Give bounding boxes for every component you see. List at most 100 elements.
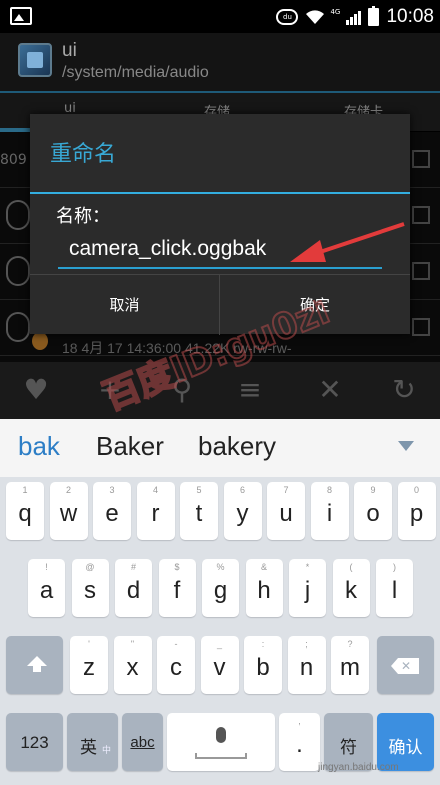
key-n[interactable]: ; n (287, 636, 326, 694)
key-label: s (84, 577, 96, 604)
backspace-icon (391, 658, 419, 674)
numbers-key[interactable]: 123 (6, 713, 63, 771)
plus-icon[interactable]: + (94, 374, 126, 406)
key-hint: & (260, 562, 267, 572)
suggestion-1[interactable]: bak (18, 431, 60, 462)
key-l[interactable]: ) l (376, 559, 413, 617)
shift-key[interactable] (6, 636, 63, 694)
abc-key-label: abc (130, 734, 155, 751)
key-hint: $ (174, 562, 180, 572)
suggestion-2[interactable]: Baker (96, 431, 164, 462)
key-label: h (257, 577, 271, 604)
key-c[interactable]: -c (157, 636, 195, 694)
dialog-title-divider (30, 192, 410, 194)
key-hint: @ (85, 562, 95, 572)
app-header: ui /system/media/audio (0, 33, 440, 91)
key-label: p (409, 500, 424, 527)
key-q[interactable]: 1q (6, 482, 44, 540)
network-type-label: 4G (330, 7, 341, 16)
confirm-button[interactable]: 确定 (220, 275, 410, 335)
key-hint: ( (349, 562, 353, 572)
key-p[interactable]: 0p (397, 482, 436, 540)
period-key[interactable]: , . (279, 713, 320, 771)
suggestion-3[interactable]: bakery (198, 431, 276, 462)
headphones-icon (6, 312, 30, 342)
space-key[interactable] (167, 713, 275, 771)
abc-key[interactable]: abc (122, 713, 163, 771)
key-y[interactable]: 6y (223, 482, 262, 540)
key-label: i (326, 500, 333, 527)
key-w[interactable]: 2w (49, 482, 88, 540)
key-g[interactable]: % g (202, 559, 239, 617)
row-checkbox[interactable] (412, 150, 430, 168)
key-z[interactable]: ' z (70, 636, 108, 694)
bottom-action-bar: ♥ + ⚲ ≡ ✕ ↻ (0, 362, 440, 419)
signal-icon: 4G (330, 7, 362, 25)
key-o[interactable]: 9o (354, 482, 392, 540)
key-label: y (236, 500, 249, 527)
language-switch-key[interactable]: 英 中 (67, 713, 118, 771)
key-f[interactable]: $ f (158, 559, 196, 617)
current-path: /system/media/audio (62, 64, 209, 81)
key-label: z (83, 654, 95, 681)
key-hint: ; (305, 639, 308, 649)
list-icon[interactable]: ≡ (234, 374, 266, 406)
key-s[interactable]: @ s (71, 559, 109, 617)
status-bar: du 4G 10:08 (0, 0, 440, 33)
language-key-sub: 中 (101, 745, 111, 755)
image-notification-icon (10, 7, 32, 25)
key-label: v (213, 654, 226, 681)
key-t[interactable]: 5t (180, 482, 218, 540)
key-r[interactable]: 4r (136, 482, 175, 540)
key-label: t (195, 500, 203, 527)
key-a[interactable]: ! a (28, 559, 65, 617)
key-label: a (39, 577, 54, 604)
red-arrow-annotation (290, 222, 405, 262)
key-h[interactable]: & h (245, 559, 283, 617)
microphone-icon (216, 727, 226, 743)
app-logo-icon (18, 43, 52, 77)
close-icon[interactable]: ✕ (314, 374, 346, 406)
key-label: c (170, 654, 182, 681)
key-x[interactable]: " x (113, 636, 152, 694)
key-hint: % (216, 562, 225, 572)
key-u[interactable]: 7u (267, 482, 305, 540)
cloud-icon: du (276, 8, 299, 25)
key-hint: 2 (65, 485, 71, 495)
key-label: q (18, 500, 32, 527)
key-label: r (151, 500, 160, 527)
name-field-label: 名称： (56, 206, 110, 227)
key-label: d (126, 577, 141, 604)
key-label: x (126, 654, 139, 681)
key-v[interactable]: _ v (200, 636, 239, 694)
key-label: m (340, 654, 360, 681)
key-d[interactable]: # d (115, 559, 152, 617)
delete-key[interactable] (377, 636, 434, 694)
key-e[interactable]: 3e (93, 482, 131, 540)
file-details: 18 4月 17 14:36:00 41.22K rw-rw-rw- (62, 340, 292, 356)
row-checkbox[interactable] (412, 206, 430, 224)
key-hint: ? (347, 639, 353, 649)
space-icon (195, 753, 247, 759)
cancel-button[interactable]: 取消 (30, 275, 220, 335)
key-i[interactable]: 8i (310, 482, 349, 540)
heart-icon[interactable]: ♥ (20, 374, 52, 406)
refresh-icon[interactable]: ↻ (388, 374, 420, 406)
key-hint: 7 (283, 485, 289, 495)
key-hint: 6 (239, 485, 245, 495)
row-checkbox[interactable] (412, 262, 430, 280)
key-j[interactable]: * j (289, 559, 326, 617)
battery-icon (368, 5, 380, 26)
key-k[interactable]: (k (332, 559, 370, 617)
dialog-buttons: 取消 确定 (30, 274, 410, 335)
key-hint: _ (216, 639, 222, 649)
key-hint: ' (88, 639, 90, 649)
row-checkbox[interactable] (412, 318, 430, 336)
chevron-down-icon[interactable] (398, 441, 414, 451)
key-label: l (391, 577, 398, 604)
key-m[interactable]: ? m (331, 636, 369, 694)
key-b[interactable]: :b (244, 636, 282, 694)
search-icon[interactable]: ⚲ (166, 374, 198, 406)
key-hint: # (130, 562, 136, 572)
key-label: j (304, 577, 311, 604)
